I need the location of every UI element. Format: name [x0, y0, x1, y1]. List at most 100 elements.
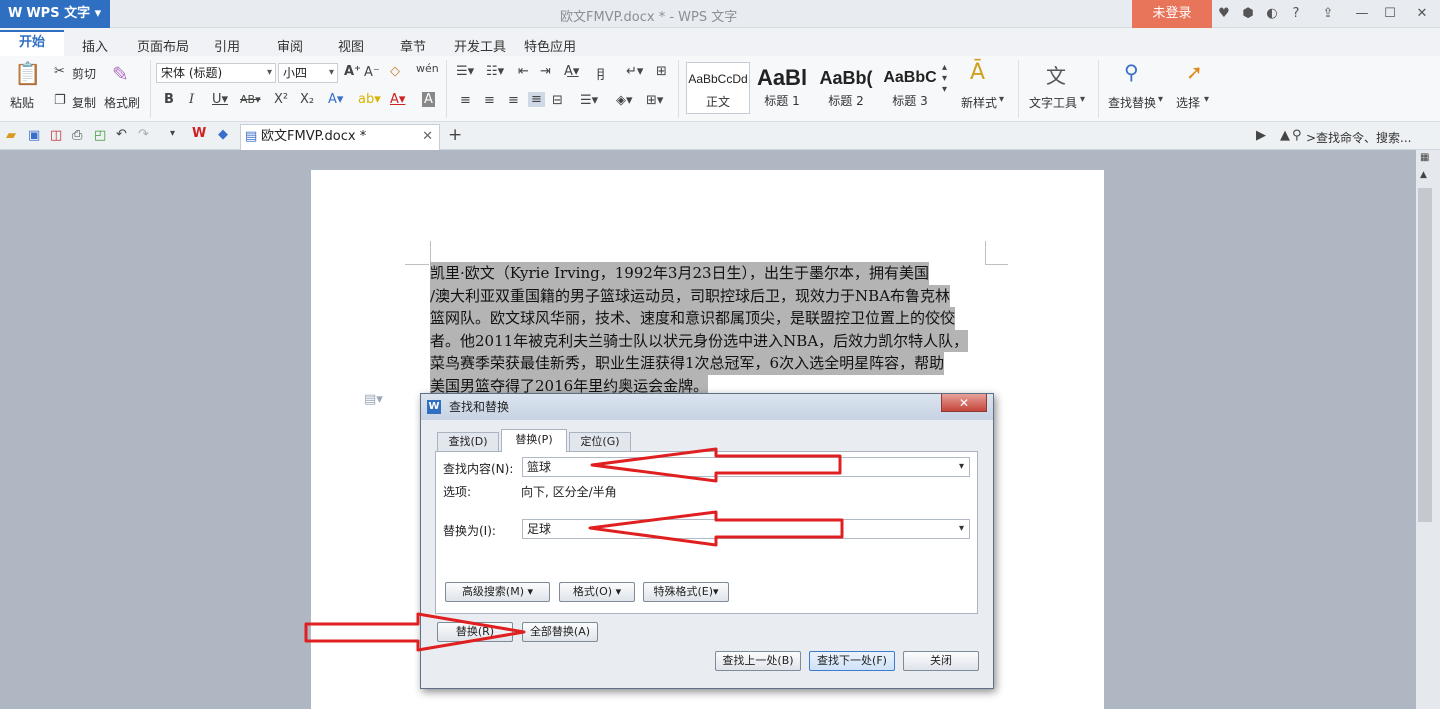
- clear-format-icon[interactable]: ◇: [390, 64, 400, 79]
- shading-icon[interactable]: ◈▾: [616, 93, 633, 108]
- quick-access-more-icon[interactable]: ▾: [170, 128, 175, 139]
- wps-home-icon[interactable]: W: [192, 126, 206, 141]
- style-heading-2[interactable]: AaBb( 标题 2: [814, 62, 878, 114]
- tab-replace[interactable]: 替换(P): [501, 429, 567, 452]
- subscript-icon[interactable]: X₂: [300, 92, 314, 107]
- replace-input[interactable]: 足球: [522, 519, 970, 539]
- find-replace-button[interactable]: 查找替换: [1108, 94, 1156, 111]
- split-view-icon[interactable]: ▦: [1420, 152, 1429, 163]
- align-right-icon[interactable]: ≡: [508, 93, 519, 108]
- redo-icon[interactable]: ↷: [138, 127, 149, 142]
- style-heading-3[interactable]: AaBbC 标题 3: [878, 62, 942, 114]
- menu-review[interactable]: 审阅: [277, 36, 303, 55]
- phonetic-icon[interactable]: wén: [416, 62, 439, 75]
- special-format-button[interactable]: 特殊格式(E)▾: [643, 582, 729, 602]
- table-icon[interactable]: ⊞: [656, 64, 667, 79]
- print-icon[interactable]: ⎙: [72, 128, 82, 143]
- new-style-button[interactable]: 新样式: [961, 94, 997, 111]
- skin-icon[interactable]: ♥: [1216, 6, 1232, 22]
- justify-icon[interactable]: ≡: [528, 92, 545, 107]
- select-button[interactable]: 选择: [1176, 94, 1200, 111]
- minimize-icon[interactable]: —: [1354, 6, 1370, 22]
- menu-reference[interactable]: 引用: [214, 36, 240, 55]
- open-folder-icon[interactable]: ▰: [6, 128, 16, 143]
- menu-insert[interactable]: 插入: [82, 36, 108, 55]
- settings-icon[interactable]: ⬢: [1240, 6, 1256, 22]
- scrollbar-thumb[interactable]: [1418, 188, 1432, 522]
- save-icon[interactable]: ▣: [28, 128, 40, 143]
- tab-find[interactable]: 查找(D): [437, 432, 499, 452]
- close-button[interactable]: 关闭: [903, 651, 979, 671]
- cloud-docs-icon[interactable]: ◆: [218, 127, 228, 142]
- numbered-list-icon[interactable]: ☷▾: [486, 64, 504, 79]
- copy-icon[interactable]: ❐: [54, 93, 66, 108]
- underline-icon[interactable]: U▾: [212, 92, 228, 107]
- close-tab-icon[interactable]: ✕: [422, 125, 433, 149]
- highlight-icon[interactable]: ab▾: [358, 92, 381, 107]
- find-next-button[interactable]: 查找下一处(F): [809, 651, 895, 671]
- char-shading-icon[interactable]: A: [422, 92, 435, 107]
- text-tools-button[interactable]: 文字工具: [1029, 94, 1077, 111]
- undo-icon[interactable]: ↶: [116, 127, 127, 142]
- menu-page-layout[interactable]: 页面布局: [137, 36, 189, 55]
- print-preview-icon[interactable]: ◰: [94, 128, 106, 143]
- command-search-input[interactable]: >查找命令、搜索...: [1306, 129, 1412, 146]
- paste-button[interactable]: 粘贴: [10, 94, 34, 111]
- chinese-layout-icon[interactable]: ⺝: [596, 64, 609, 83]
- advanced-search-button[interactable]: 高级搜索(M) ▾: [445, 582, 550, 602]
- menu-chapter[interactable]: 章节: [400, 36, 426, 55]
- format-button[interactable]: 格式(O) ▾: [559, 582, 635, 602]
- find-replace-icon[interactable]: ⚲: [1124, 60, 1139, 84]
- text-effect-icon[interactable]: A▾: [328, 92, 343, 107]
- superscript-icon[interactable]: X²: [274, 92, 288, 107]
- style-normal[interactable]: AaBbCcDd 正文: [686, 62, 750, 114]
- italic-icon[interactable]: I: [189, 92, 194, 107]
- tab-document[interactable]: ▤ 欧文FMVP.docx * ✕: [240, 124, 440, 150]
- document-body[interactable]: 凯里·欧文（Kyrie Irving，1992年3月23日生），出生于墨尔本，拥…: [430, 262, 986, 397]
- distributed-icon[interactable]: ⊟: [552, 93, 563, 108]
- help-icon[interactable]: ?: [1288, 6, 1304, 22]
- format-painter-icon[interactable]: ✎: [112, 62, 129, 86]
- align-left-icon[interactable]: ≡: [460, 93, 471, 108]
- show-marks-icon[interactable]: ↵▾: [626, 64, 643, 79]
- scroll-up-icon[interactable]: ▲: [1420, 170, 1427, 180]
- font-size-select[interactable]: 小四: [278, 63, 338, 83]
- close-icon[interactable]: ✕: [1414, 6, 1430, 22]
- maximize-icon[interactable]: ☐: [1382, 6, 1398, 22]
- cut-button[interactable]: 剪切: [72, 65, 96, 82]
- copy-button[interactable]: 复制: [72, 94, 96, 111]
- find-previous-button[interactable]: 查找上一处(B): [715, 651, 801, 671]
- style-heading-1[interactable]: AaBl 标题 1: [750, 62, 814, 114]
- present-icon[interactable]: ▶: [1256, 128, 1266, 143]
- replace-all-button[interactable]: 全部替换(A): [522, 622, 598, 642]
- font-color-icon[interactable]: A▾: [390, 92, 405, 107]
- text-tools-icon[interactable]: 文: [1046, 60, 1066, 89]
- format-painter-button[interactable]: 格式刷: [104, 94, 140, 111]
- paragraph-layout-icon[interactable]: ▤▾: [364, 392, 383, 407]
- app-menu-button[interactable]: W WPS 文字 ▾: [0, 0, 110, 28]
- menu-start[interactable]: 开始: [0, 30, 64, 56]
- font-grow-icon[interactable]: A⁺: [344, 64, 361, 79]
- line-spacing-icon[interactable]: ☰▾: [580, 93, 598, 108]
- text-direction-icon[interactable]: A͟▾: [564, 64, 579, 79]
- replace-button[interactable]: 替换(R): [437, 622, 513, 642]
- cursor-select-icon[interactable]: ➚: [1186, 60, 1203, 84]
- menu-features[interactable]: 特色应用: [524, 36, 576, 55]
- collapse-ribbon-icon[interactable]: ▲: [1280, 128, 1290, 143]
- login-button[interactable]: 未登录: [1132, 0, 1212, 28]
- font-shrink-icon[interactable]: A⁻: [364, 65, 380, 80]
- strikethrough-icon[interactable]: AB▾: [240, 93, 261, 106]
- find-input[interactable]: 篮球: [522, 457, 970, 477]
- restore-layout-icon[interactable]: ⇪: [1320, 6, 1336, 22]
- menu-developer[interactable]: 开发工具: [454, 36, 506, 55]
- bold-icon[interactable]: B: [164, 92, 174, 107]
- tab-goto[interactable]: 定位(G): [569, 432, 631, 452]
- new-tab-icon[interactable]: +: [448, 125, 462, 145]
- menu-view[interactable]: 视图: [338, 36, 364, 55]
- scissors-icon[interactable]: ✂: [54, 64, 65, 79]
- export-pdf-icon[interactable]: ◫: [50, 128, 62, 143]
- align-center-icon[interactable]: ≡: [484, 93, 495, 108]
- paste-icon[interactable]: 📋: [14, 62, 41, 87]
- dialog-close-button[interactable]: ✕: [941, 394, 987, 412]
- decrease-indent-icon[interactable]: ⇤: [518, 64, 529, 79]
